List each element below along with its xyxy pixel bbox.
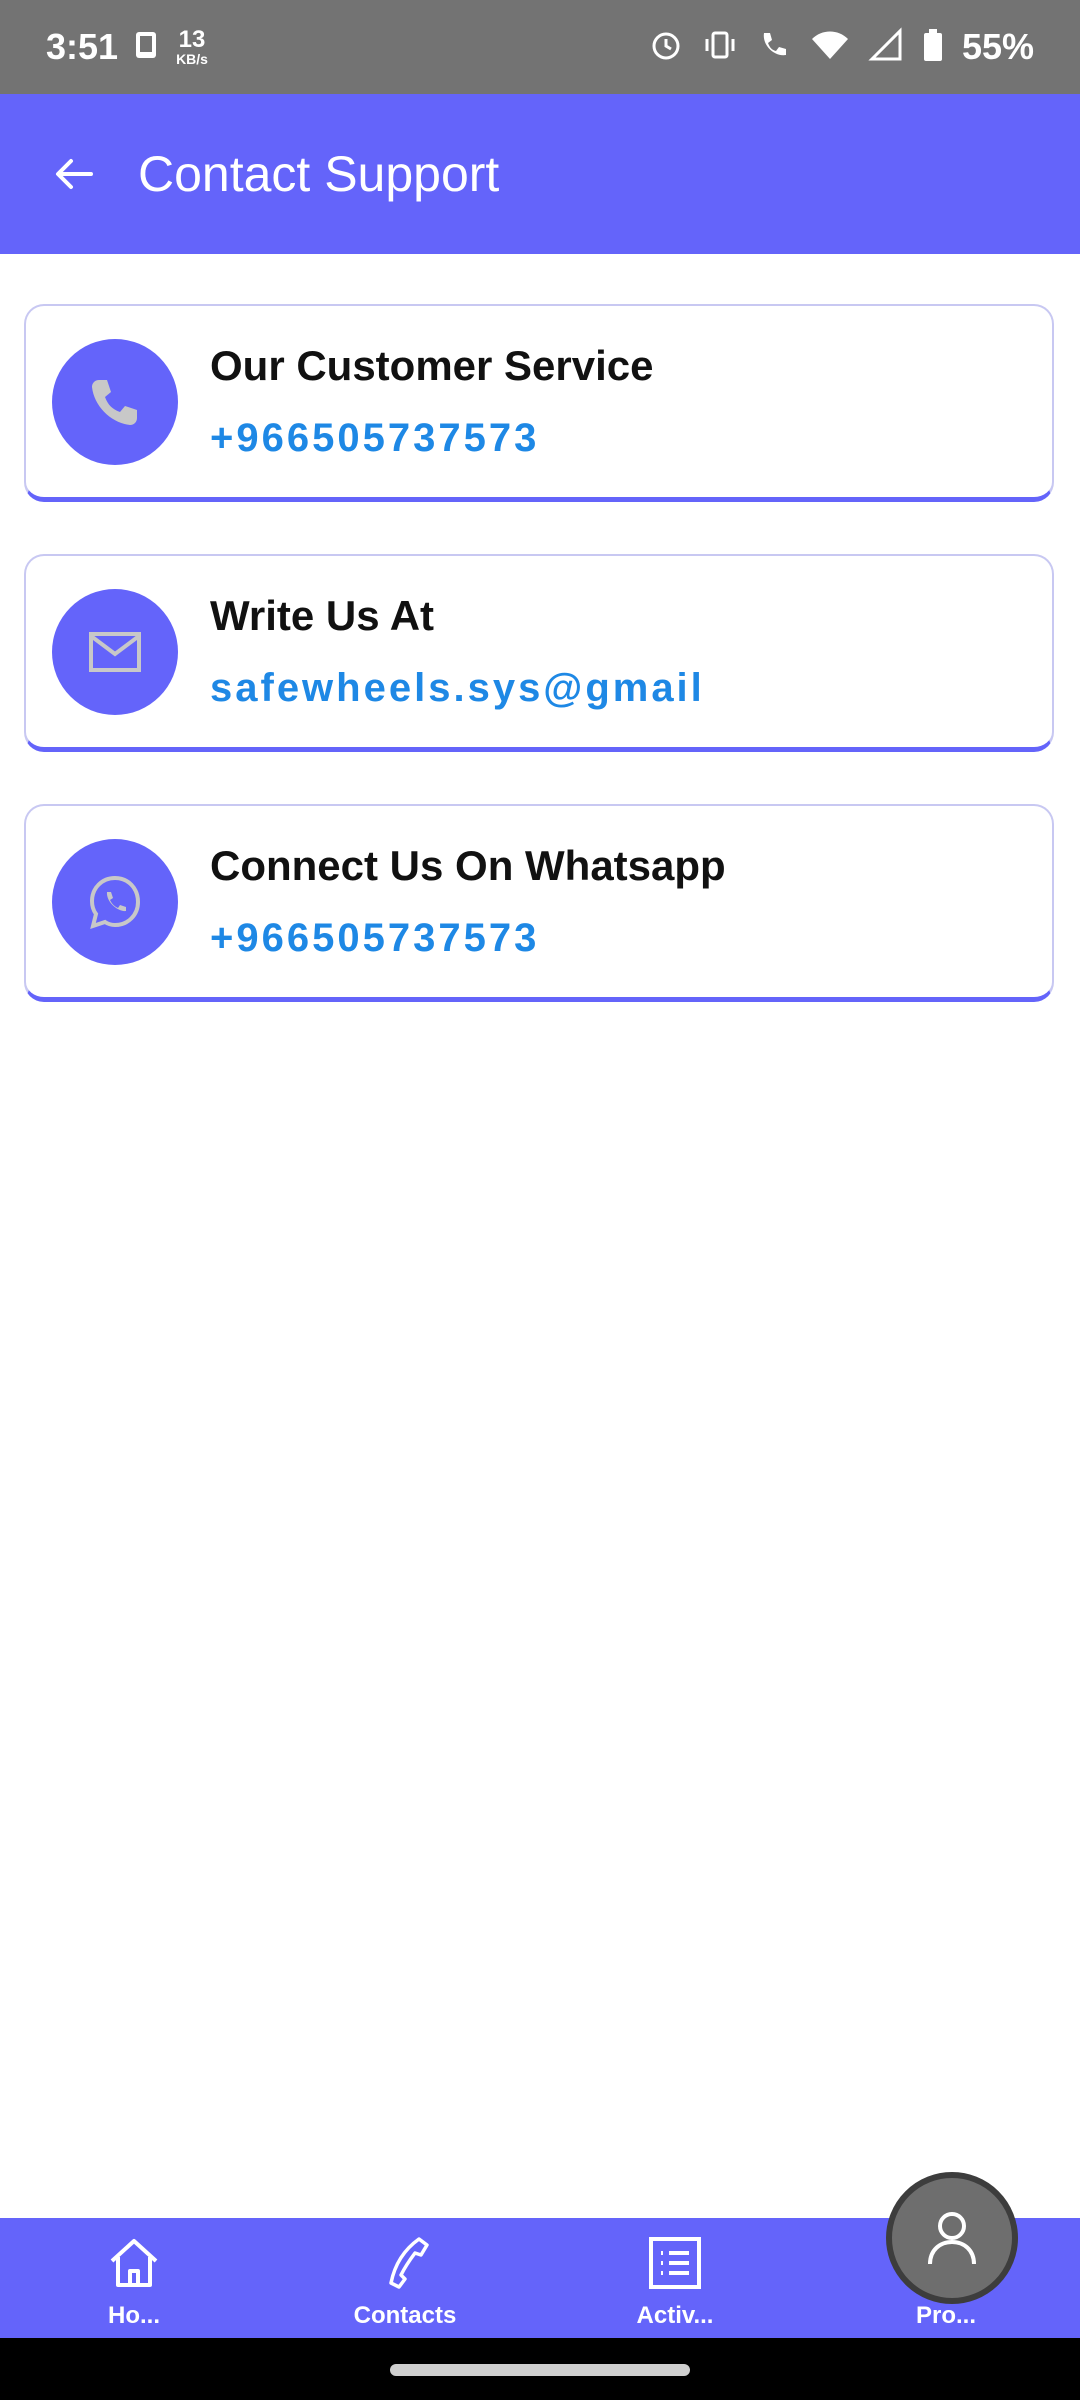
- signal-icon: [868, 26, 904, 68]
- status-right: 55%: [648, 26, 1034, 68]
- whatsapp-card[interactable]: Connect Us On Whatsapp +966505737573: [24, 804, 1054, 1002]
- home-gesture-handle[interactable]: [390, 2364, 690, 2376]
- status-left: 3:51 13 KB/s: [46, 26, 208, 68]
- alarm-icon: [648, 27, 684, 68]
- email-link[interactable]: safewheels.sys@gmail: [210, 666, 705, 711]
- nav-item-contacts[interactable]: Contacts: [305, 2218, 505, 2338]
- list-icon: [642, 2230, 708, 2296]
- phone-link[interactable]: +966505737573: [210, 416, 654, 461]
- page-title: Contact Support: [138, 146, 500, 202]
- app-bar: Contact Support: [0, 94, 1080, 254]
- nav-label: Ho...: [108, 2302, 160, 2329]
- gesture-area: [0, 2338, 1080, 2400]
- card-text: Our Customer Service +966505737573: [210, 342, 654, 461]
- home-icon: [101, 2230, 167, 2296]
- nav-label: Contacts: [353, 2302, 457, 2329]
- vibrate-icon: [702, 27, 738, 68]
- card-title: Our Customer Service: [210, 342, 654, 389]
- battery-icon: [922, 27, 944, 68]
- device-icon: [130, 28, 164, 67]
- write-us-card[interactable]: Write Us At safewheels.sys@gmail: [24, 554, 1054, 752]
- card-title: Write Us At: [210, 592, 435, 639]
- profile-button[interactable]: [886, 2172, 1018, 2304]
- nav-label: Activ...: [636, 2302, 714, 2329]
- person-icon: [928, 2212, 976, 2265]
- network-speed: 13 KB/s: [176, 26, 208, 67]
- network-speed-value: 13: [178, 26, 206, 53]
- card-title: Connect Us On Whatsapp: [210, 842, 726, 889]
- card-text: Connect Us On Whatsapp +966505737573: [210, 842, 726, 961]
- mail-icon: [52, 588, 178, 715]
- status-bar: 3:51 13 KB/s 55%: [0, 0, 1080, 94]
- phone-icon: [372, 2230, 438, 2296]
- arrow-left-icon: [56, 159, 93, 189]
- nav-label: Pro...: [915, 2302, 976, 2329]
- back-button[interactable]: [42, 142, 106, 206]
- nav-item-activity[interactable]: Activ...: [575, 2218, 775, 2338]
- phone-icon: [52, 338, 178, 465]
- call-icon: [756, 27, 792, 68]
- customer-service-card[interactable]: Our Customer Service +966505737573: [24, 304, 1054, 502]
- status-time: 3:51: [46, 26, 119, 67]
- whatsapp-link[interactable]: +966505737573: [210, 916, 726, 961]
- whatsapp-icon: [52, 838, 178, 965]
- nav-item-home[interactable]: Ho...: [34, 2218, 234, 2338]
- battery-percent: 55%: [961, 26, 1034, 67]
- wifi-icon: [810, 27, 850, 68]
- card-text: Write Us At safewheels.sys@gmail: [210, 592, 705, 711]
- network-speed-unit: KB/s: [176, 51, 208, 67]
